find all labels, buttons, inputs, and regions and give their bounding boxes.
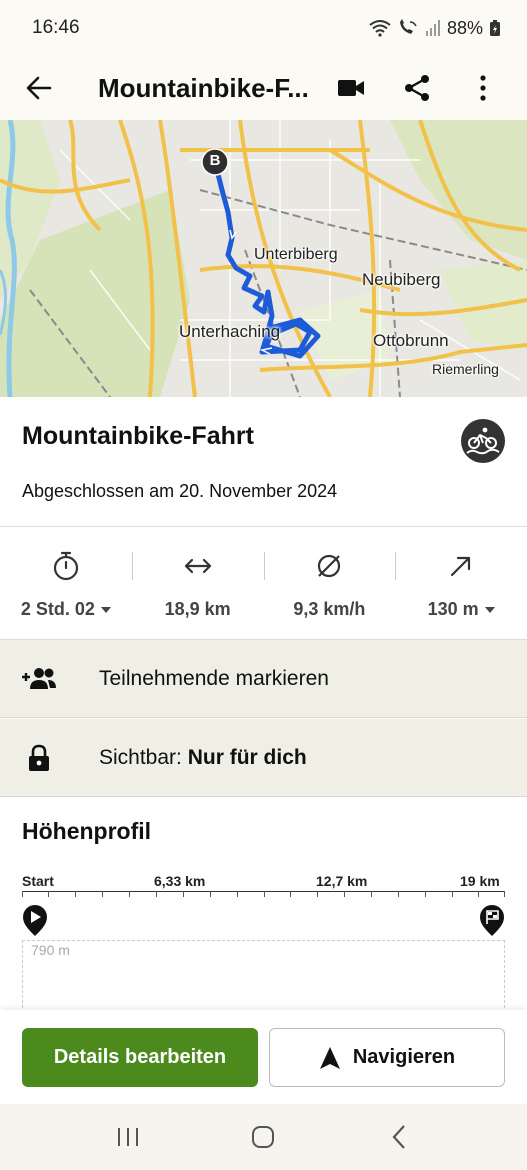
share-icon — [405, 75, 429, 101]
system-back-button[interactable] — [369, 1112, 429, 1162]
back-button[interactable] — [0, 56, 78, 120]
finish-flag-icon — [480, 905, 504, 936]
navigate-label: Navigieren — [352, 1046, 456, 1068]
km-label-end: 19 km — [460, 873, 500, 889]
home-button[interactable] — [233, 1112, 293, 1162]
stat-duration[interactable]: 2 Std. 02 — [0, 528, 132, 639]
visibility-label: Sichtbar: — [99, 745, 182, 769]
stat-speed-value: 9,3 km/h — [293, 599, 366, 619]
visibility-value: Nur für dich — [187, 745, 307, 769]
stat-ascent-value: 130 m — [427, 599, 479, 619]
visibility-row[interactable]: Sichtbar: Nur für dich — [0, 719, 527, 797]
navigation-arrow-icon — [319, 1046, 340, 1069]
home-icon — [252, 1126, 275, 1148]
status-bar: 16:46 88% — [0, 0, 527, 56]
elevation-y-label: 790 m — [31, 942, 70, 958]
stat-distance-value: 18,9 km — [164, 599, 231, 619]
recent-apps-icon — [117, 1128, 138, 1146]
tour-header: Mountainbike-Fahrt Abgeschlossen am 20. … — [0, 397, 527, 527]
sport-badge[interactable] — [461, 419, 505, 463]
more-button[interactable] — [453, 60, 513, 116]
stopwatch-icon — [53, 551, 78, 581]
tag-participants-label: Teilnehmende markieren — [99, 666, 329, 690]
ascent-icon — [451, 556, 471, 577]
edit-details-button[interactable]: Details bearbeiten — [22, 1028, 258, 1087]
wifi-icon — [369, 20, 391, 37]
back-arrow-icon — [26, 76, 52, 100]
completed-date: Abgeschlossen am 20. November 2024 — [22, 481, 338, 501]
start-marker-label: B — [209, 152, 221, 169]
km-label-2: 12,7 km — [316, 873, 368, 889]
page-title: Mountainbike-F... — [98, 72, 309, 103]
app-bar: Mountainbike-F... — [0, 56, 527, 120]
signal-icon — [425, 20, 440, 36]
more-vert-icon — [480, 75, 486, 101]
stat-duration-value: 2 Std. 02 — [20, 599, 95, 619]
map-label-unterhaching: Unterhaching — [179, 322, 281, 341]
add-people-icon — [22, 667, 56, 689]
chevron-left-icon — [392, 1125, 405, 1149]
average-speed-icon — [318, 554, 341, 578]
elevation-axis — [22, 891, 505, 897]
tag-participants-row[interactable]: Teilnehmende markieren — [0, 640, 527, 718]
system-navigation-bar — [0, 1104, 527, 1170]
status-time: 16:46 — [32, 17, 80, 38]
chevron-down-icon — [100, 606, 111, 613]
stat-speed: 9,3 km/h — [263, 528, 396, 639]
stats-bar: 2 Std. 02 18,9 km 9,3 km/h 130 m — [0, 528, 527, 640]
km-label-1: 6,33 km — [154, 873, 206, 889]
distance-icon — [184, 558, 211, 574]
video-button[interactable] — [321, 60, 381, 116]
tour-title: Mountainbike-Fahrt — [22, 422, 254, 450]
tour-detail-screen: 16:46 88% Mountainbike-F... B Unterbiber… — [0, 0, 527, 1170]
stat-ascent[interactable]: 130 m — [395, 528, 527, 639]
start-flag-icon — [23, 905, 47, 936]
stat-distance: 18,9 km — [131, 528, 264, 639]
recent-apps-button[interactable] — [98, 1112, 158, 1162]
map-label-ottobrunn: Ottobrunn — [373, 331, 449, 350]
mountain-bike-icon — [466, 427, 500, 455]
bottom-action-bar: Details bearbeiten Navigieren — [0, 1010, 527, 1104]
battery-icon — [490, 20, 500, 36]
km-label-start: Start — [22, 873, 54, 889]
video-icon — [338, 80, 364, 96]
lock-icon — [29, 744, 49, 771]
map-label-neubiberg: Neubiberg — [362, 270, 441, 289]
map-label-riemerling: Riemerling — [432, 361, 499, 377]
battery-percent: 88% — [446, 17, 483, 38]
navigate-button[interactable]: Navigieren — [269, 1028, 505, 1087]
elevation-title: Höhenprofil — [22, 818, 152, 844]
route-map[interactable]: B Unterbiberg Neubiberg Unterhaching Ott… — [0, 120, 527, 397]
share-button[interactable] — [387, 60, 447, 116]
wifi-call-icon — [399, 19, 417, 34]
elevation-chart[interactable] — [22, 940, 505, 1018]
chevron-down-icon — [484, 606, 495, 613]
map-label-unterbiberg: Unterbiberg — [254, 246, 338, 263]
